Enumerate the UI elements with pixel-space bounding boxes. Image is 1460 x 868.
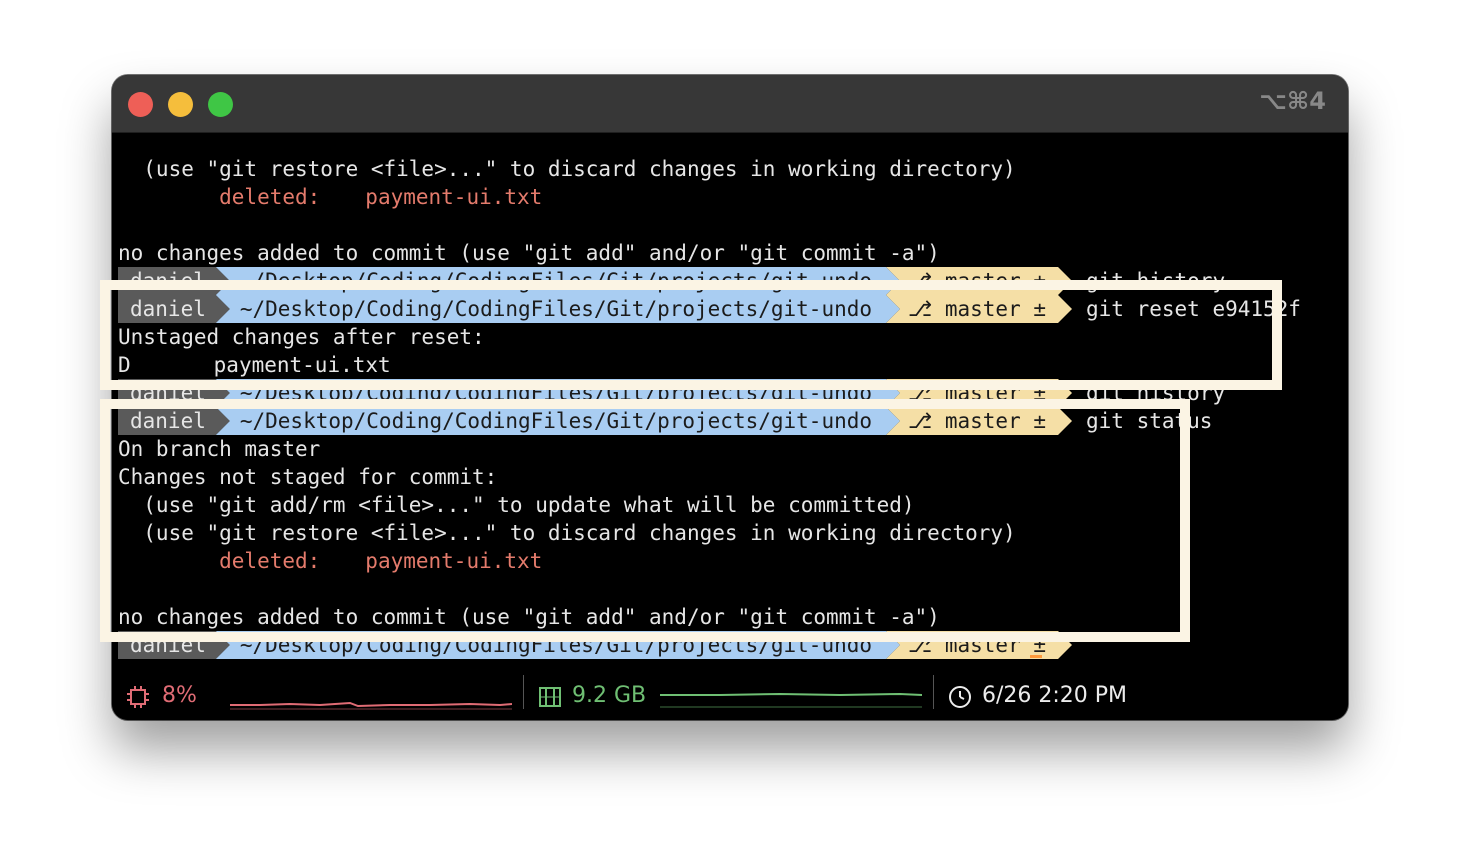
memory-graph [660, 692, 922, 708]
output-line: deleted: payment-ui.txt [118, 183, 542, 211]
prompt-line: daniel ~/Desktop/Coding/CodingFiles/Git/… [118, 379, 1225, 407]
git-branch-icon: ⎇ [908, 269, 945, 293]
output-line: no changes added to commit (use "git add… [118, 241, 940, 265]
prompt-branch: ⎇ master ± [886, 267, 1072, 295]
terminal-output[interactable]: (use "git restore <file>..." to discard … [112, 75, 1348, 665]
output-line: Changes not staged for commit: [118, 465, 498, 489]
prompt-branch: ⎇ master ± [886, 379, 1072, 407]
prompt-branch-label: master ± [944, 409, 1047, 433]
deleted-label: deleted: [118, 549, 321, 573]
memory-icon [539, 687, 561, 707]
clock-time: 6/26 2:20 PM [982, 683, 1128, 708]
prompt-path: ~/Desktop/Coding/CodingFiles/Git/project… [216, 267, 900, 295]
prompt-line: daniel ~/Desktop/Coding/CodingFiles/Git/… [118, 267, 1225, 295]
output-line: no changes added to commit (use "git add… [118, 605, 940, 629]
prompt-branch: ⎇ master ± [886, 295, 1072, 323]
prompt-user: daniel [118, 379, 230, 407]
prompt-user: daniel [118, 267, 230, 295]
prompt-command: git status [1086, 409, 1213, 433]
output-line: (use "git add/rm <file>..." to update wh… [118, 493, 915, 517]
status-divider [933, 675, 934, 709]
output-line: Unstaged changes after reset: [118, 325, 485, 349]
deleted-file: payment-ui.txt [365, 185, 543, 209]
output-line: Dpayment-ui.txt [118, 351, 391, 379]
text-cursor [1030, 655, 1042, 658]
deleted-file: payment-ui.txt [365, 549, 543, 573]
prompt-branch-label: master ± [944, 381, 1047, 405]
prompt-line: daniel ~/Desktop/Coding/CodingFiles/Git/… [118, 407, 1212, 435]
prompt-branch-label: master ± [944, 297, 1047, 321]
prompt-user: daniel [118, 295, 230, 323]
prompt-path: ~/Desktop/Coding/CodingFiles/Git/project… [216, 407, 900, 435]
status-divider [523, 675, 524, 709]
clock-icon [949, 686, 971, 708]
prompt-command: git history [1086, 381, 1226, 405]
status-bar: 8% 9.2 GB 6/26 2:20 PM [112, 665, 1348, 720]
output-line: (use "git restore <file>..." to discard … [118, 521, 1016, 545]
git-branch-icon: ⎇ [908, 633, 945, 657]
prompt-command: git history [1086, 269, 1226, 293]
output-line: (use "git restore <file>..." to discard … [118, 157, 1016, 181]
prompt-branch-label: master ± [944, 633, 1047, 657]
prompt-path: ~/Desktop/Coding/CodingFiles/Git/project… [216, 379, 900, 407]
status-flag: D [118, 353, 131, 377]
cpu-usage: 8% [162, 683, 197, 708]
git-branch-icon: ⎇ [908, 409, 945, 433]
prompt-command: git reset e94152f [1086, 297, 1301, 321]
prompt-branch-label: master ± [944, 269, 1047, 293]
output-line: deleted: payment-ui.txt [118, 547, 542, 575]
prompt-path: ~/Desktop/Coding/CodingFiles/Git/project… [216, 631, 900, 659]
prompt-line: daniel ~/Desktop/Coding/CodingFiles/Git/… [118, 295, 1301, 323]
git-branch-icon: ⎇ [908, 381, 945, 405]
cpu-graph [230, 701, 512, 710]
git-branch-icon: ⎇ [908, 297, 945, 321]
prompt-branch: ⎇ master ± [886, 631, 1072, 659]
deleted-label: deleted: [118, 185, 321, 209]
prompt-path: ~/Desktop/Coding/CodingFiles/Git/project… [216, 295, 900, 323]
memory-usage: 9.2 GB [572, 683, 647, 708]
prompt-user: daniel [118, 407, 230, 435]
cpu-chip-icon [127, 686, 149, 708]
file-name: payment-ui.txt [213, 353, 391, 377]
output-line: On branch master [118, 437, 321, 461]
prompt-user: daniel [118, 631, 230, 659]
prompt-branch: ⎇ master ± [886, 407, 1072, 435]
prompt-line: daniel ~/Desktop/Coding/CodingFiles/Git/… [118, 631, 1072, 659]
